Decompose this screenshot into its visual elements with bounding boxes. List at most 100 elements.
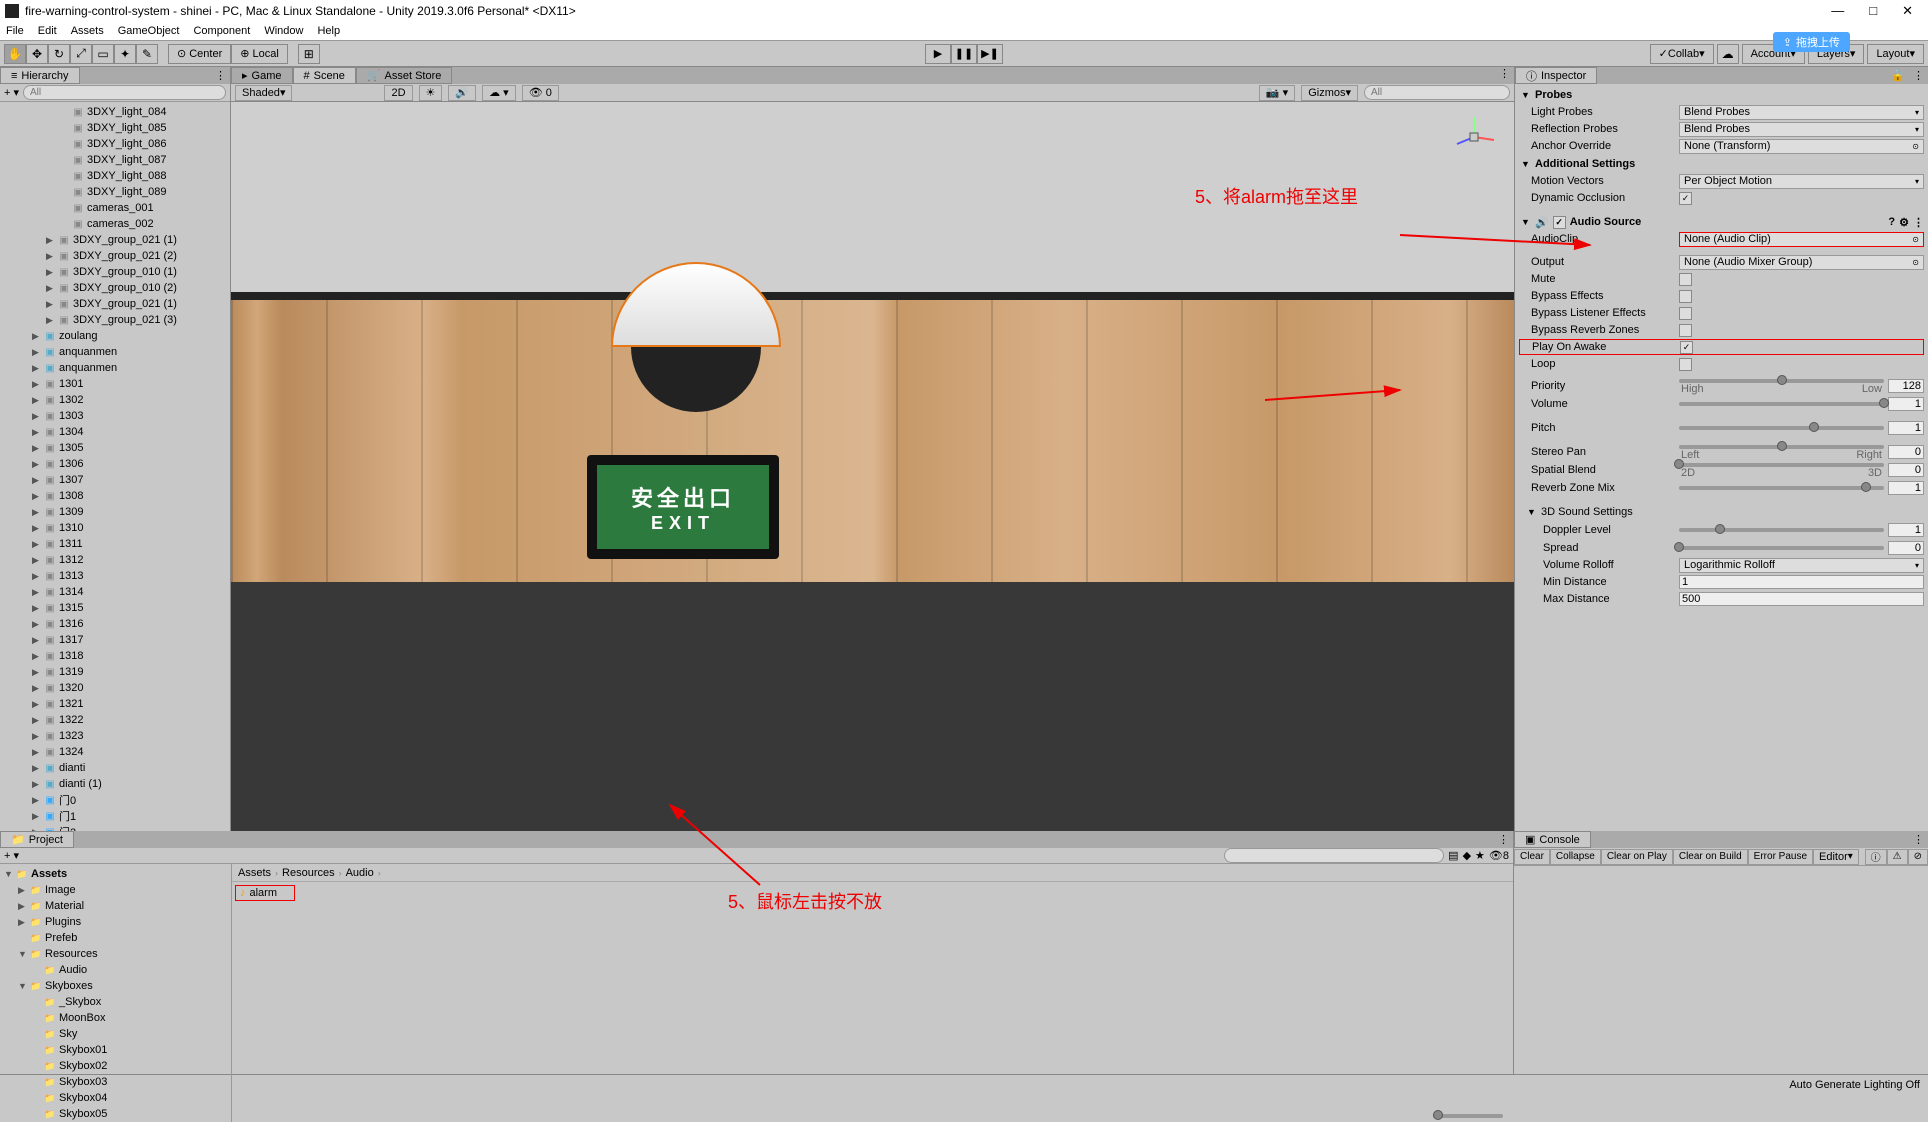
tree-item[interactable]: ▶▣门0 — [0, 792, 230, 808]
project-tree-item[interactable]: 📁Skybox05 — [0, 1106, 231, 1122]
hand-tool[interactable]: ✋ — [4, 44, 26, 64]
tree-item[interactable]: ▣cameras_001 — [0, 200, 230, 216]
hierarchy-search[interactable] — [23, 85, 226, 100]
tree-item[interactable]: ▶▣1301 — [0, 376, 230, 392]
console-error-count[interactable]: ⊘ — [1908, 849, 1928, 865]
project-tree-item[interactable]: ▼📁Skyboxes — [0, 978, 231, 994]
min-distance-value[interactable] — [1679, 575, 1924, 589]
tree-item[interactable]: ▶▣门2 — [0, 824, 230, 831]
scene-view[interactable]: 安全出口 EXIT — [231, 102, 1514, 831]
project-tree-item[interactable]: ▼📁Resources — [0, 946, 231, 962]
anchor-override-field[interactable]: None (Transform)⊙ — [1679, 139, 1924, 154]
project-tree-item[interactable]: 📁Audio — [0, 962, 231, 978]
lighting-toggle[interactable]: ☀ — [419, 85, 443, 101]
audio-toggle[interactable]: 🔊 — [448, 85, 476, 101]
hierarchy-menu-icon[interactable]: ⋮ — [211, 69, 230, 82]
tree-item[interactable]: ▶▣1307 — [0, 472, 230, 488]
tree-item[interactable]: ▶▣1311 — [0, 536, 230, 552]
tree-item[interactable]: ▶▣zoulang — [0, 328, 230, 344]
layout-dropdown[interactable]: Layout ▾ — [1867, 44, 1924, 64]
collab-dropdown[interactable]: ✓ Collab ▾ — [1650, 44, 1714, 64]
tree-item[interactable]: ▣3DXY_light_086 — [0, 136, 230, 152]
tree-item[interactable]: ▶▣3DXY_group_021 (2) — [0, 248, 230, 264]
project-tree[interactable]: ▼📁Assets▶📁Image▶📁Material▶📁Plugins📁Prefe… — [0, 864, 232, 1122]
pitch-slider[interactable] — [1679, 426, 1884, 430]
search-label-icon[interactable]: ◆ — [1463, 849, 1471, 862]
inspector-tab[interactable]: ⓘ Inspector — [1515, 67, 1597, 84]
crumb-assets[interactable]: Assets — [238, 867, 271, 879]
output-field[interactable]: None (Audio Mixer Group)⊙ — [1679, 255, 1924, 270]
project-menu-icon[interactable]: ⋮ — [1494, 833, 1513, 846]
spatial-blend-slider[interactable] — [1679, 463, 1884, 467]
asset-list[interactable]: ♪ alarm — [232, 882, 1513, 1122]
project-tree-item[interactable]: 📁MoonBox — [0, 1010, 231, 1026]
project-tree-item[interactable]: 📁Skybox03 — [0, 1074, 231, 1090]
tree-item[interactable]: ▶▣3DXY_group_021 (1) — [0, 232, 230, 248]
tree-item[interactable]: ▣3DXY_light_089 — [0, 184, 230, 200]
play-on-awake-checkbox[interactable]: ✓ — [1680, 341, 1693, 354]
tree-item[interactable]: ▶▣1313 — [0, 568, 230, 584]
audioclip-field[interactable]: None (Audio Clip)⊙ — [1679, 232, 1924, 247]
tree-item[interactable]: ▶▣3DXY_group_010 (1) — [0, 264, 230, 280]
lighting-status[interactable]: Auto Generate Lighting Off — [1789, 1079, 1920, 1091]
console-clear-play[interactable]: Clear on Play — [1601, 849, 1673, 865]
snap-tool[interactable]: ⊞ — [298, 44, 320, 64]
hidden-toggle[interactable]: 👁 0 — [522, 85, 559, 101]
spread-value[interactable] — [1888, 541, 1924, 555]
tree-item[interactable]: ▶▣1320 — [0, 680, 230, 696]
project-tree-item[interactable]: ▶📁Material — [0, 898, 231, 914]
tree-item[interactable]: ▶▣3DXY_group_021 (3) — [0, 312, 230, 328]
move-tool[interactable]: ✥ — [26, 44, 48, 64]
project-tree-item[interactable]: 📁Skybox01 — [0, 1042, 231, 1058]
bypass-effects-checkbox[interactable] — [1679, 290, 1692, 303]
project-tree-item[interactable]: 📁Prefeb — [0, 930, 231, 946]
custom-tool[interactable]: ✎ — [136, 44, 158, 64]
scene-gizmo[interactable] — [1449, 112, 1499, 162]
project-tree-item[interactable]: ▼📁Assets — [0, 866, 231, 882]
tree-item[interactable]: ▶▣dianti (1) — [0, 776, 230, 792]
tree-item[interactable]: ▶▣1308 — [0, 488, 230, 504]
project-tree-item[interactable]: 📁Skybox02 — [0, 1058, 231, 1074]
thumbnail-size-slider[interactable] — [1433, 1114, 1503, 1118]
tree-item[interactable]: ▶▣1302 — [0, 392, 230, 408]
tree-item[interactable]: ▶▣1322 — [0, 712, 230, 728]
minimize-button[interactable]: — — [1831, 3, 1844, 19]
console-menu-icon[interactable]: ⋮ — [1909, 833, 1928, 846]
stereo-pan-value[interactable] — [1888, 445, 1924, 459]
tree-item[interactable]: ▶▣3DXY_group_021 (1) — [0, 296, 230, 312]
crumb-audio[interactable]: Audio — [346, 867, 374, 879]
game-tab[interactable]: ▸ Game — [231, 67, 293, 84]
pivot-center[interactable]: ⊙Center — [168, 44, 231, 64]
light-probes-dropdown[interactable]: Blend Probes▾ — [1679, 105, 1924, 120]
gizmos-dropdown[interactable]: Gizmos ▾ — [1301, 85, 1358, 101]
tree-item[interactable]: ▶▣1309 — [0, 504, 230, 520]
menu-edit[interactable]: Edit — [38, 25, 57, 37]
console-warn-count[interactable]: ⚠ — [1887, 849, 1908, 865]
play-button[interactable]: ▶ — [925, 44, 951, 64]
menu-component[interactable]: Component — [193, 25, 250, 37]
project-tab[interactable]: 📁 Project — [0, 831, 74, 848]
menu-gameobject[interactable]: GameObject — [118, 25, 180, 37]
scene-search[interactable] — [1364, 85, 1510, 100]
rotate-tool[interactable]: ↻ — [48, 44, 70, 64]
tree-item[interactable]: ▶▣1323 — [0, 728, 230, 744]
component-menu-icon[interactable]: ⋮ — [1913, 216, 1924, 229]
tree-item[interactable]: ▶▣anquanmen — [0, 360, 230, 376]
console-clear[interactable]: Clear — [1514, 849, 1550, 865]
bypass-reverb-checkbox[interactable] — [1679, 324, 1692, 337]
scene-detector-object[interactable] — [611, 262, 781, 402]
spread-slider[interactable] — [1679, 546, 1884, 550]
audio-source-enabled[interactable]: ✓ — [1553, 216, 1566, 229]
asset-store-tab[interactable]: 🛒 Asset Store — [356, 67, 453, 84]
tree-item[interactable]: ▶▣1319 — [0, 664, 230, 680]
maximize-button[interactable]: □ — [1869, 3, 1877, 19]
console-error-pause[interactable]: Error Pause — [1748, 849, 1813, 865]
create-button[interactable]: + ▾ — [4, 86, 19, 99]
close-button[interactable]: ✕ — [1902, 3, 1913, 19]
project-tree-item[interactable]: 📁_Skybox — [0, 994, 231, 1010]
pitch-value[interactable] — [1888, 421, 1924, 435]
2d-toggle[interactable]: 2D — [384, 85, 412, 101]
shading-dropdown[interactable]: Shaded ▾ — [235, 85, 292, 101]
camera-icon[interactable]: 📷 ▾ — [1259, 85, 1295, 101]
doppler-slider[interactable] — [1679, 528, 1884, 532]
